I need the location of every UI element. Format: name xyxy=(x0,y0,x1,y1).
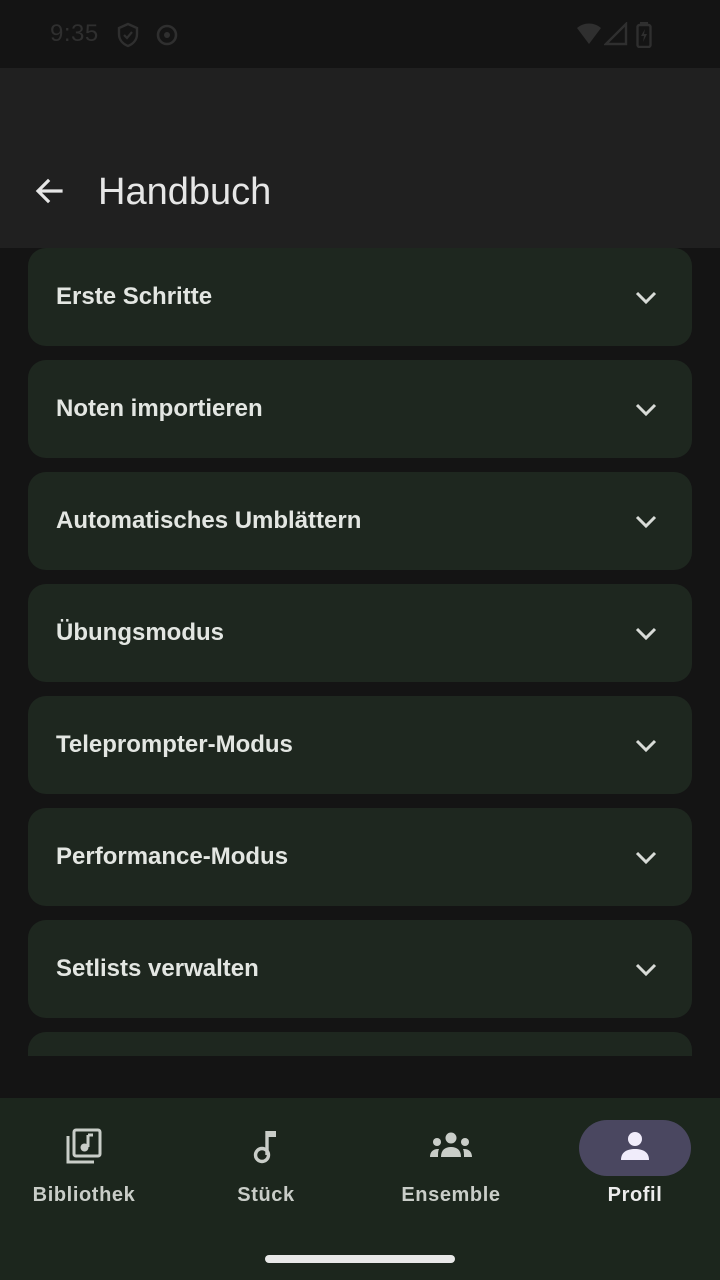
nav-icon-container xyxy=(395,1120,507,1176)
chevron-down-icon xyxy=(634,397,658,421)
section-uebungsmodus[interactable]: Übungsmodus xyxy=(28,584,692,682)
app-bar xyxy=(0,68,720,248)
nav-label: Ensemble xyxy=(401,1184,501,1206)
signal-icon xyxy=(603,21,628,48)
nav-label: Stück xyxy=(237,1184,295,1206)
section-noten-importieren[interactable]: Noten importieren xyxy=(28,360,692,458)
section-label: Performance-Modus xyxy=(56,843,289,870)
nav-label: Profil xyxy=(607,1184,663,1206)
person-icon xyxy=(619,1130,651,1167)
manual-section-list[interactable]: Erste Schritte Noten importieren Automat… xyxy=(0,248,720,1056)
chevron-down-icon xyxy=(634,285,658,309)
chevron-down-icon xyxy=(634,845,658,869)
status-time: 9:35 xyxy=(50,20,99,47)
chevron-down-icon xyxy=(634,957,658,981)
page-title: Handbuch xyxy=(98,171,272,213)
chevron-down-icon xyxy=(634,733,658,757)
home-indicator[interactable] xyxy=(265,1255,455,1263)
section-label: Noten importieren xyxy=(56,395,263,422)
section-label: Automatisches Umblättern xyxy=(56,507,362,534)
chevron-down-icon xyxy=(634,621,658,645)
wifi-icon xyxy=(576,22,602,48)
chevron-down-icon xyxy=(634,509,658,533)
status-bar: 9:35 xyxy=(0,0,720,68)
music-note-icon xyxy=(251,1127,281,1170)
nav-icon-container xyxy=(210,1120,322,1176)
section-erste-schritte[interactable]: Erste Schritte xyxy=(28,248,692,346)
nav-label: Bibliothek xyxy=(32,1184,136,1206)
shield-icon xyxy=(116,22,142,48)
section-setlists-verwalten[interactable]: Setlists verwalten xyxy=(28,920,692,1018)
battery-icon xyxy=(636,22,652,49)
back-button[interactable] xyxy=(22,166,76,220)
nav-icon-container-active xyxy=(579,1120,691,1176)
nav-item-stueck[interactable]: Stück xyxy=(176,1098,356,1238)
section-label: Setlists verwalten xyxy=(56,955,259,982)
section-label: Übungsmodus xyxy=(56,619,224,646)
bottom-navigation: Bibliothek Stück Ensemble Profil xyxy=(0,1098,720,1280)
section-teleprompter-modus[interactable]: Teleprompter-Modus xyxy=(28,696,692,794)
groups-icon xyxy=(429,1131,473,1166)
nav-item-profil[interactable]: Profil xyxy=(545,1098,720,1238)
library-music-icon xyxy=(65,1127,103,1170)
arrow-left-icon xyxy=(33,175,65,212)
sync-icon xyxy=(154,22,180,48)
section-label: Erste Schritte xyxy=(56,283,213,310)
section-partially-visible[interactable] xyxy=(28,1032,692,1056)
nav-item-bibliothek[interactable]: Bibliothek xyxy=(0,1098,174,1238)
section-label: Teleprompter-Modus xyxy=(56,731,293,758)
nav-item-ensemble[interactable]: Ensemble xyxy=(361,1098,541,1238)
screen: 9:35 Handbuch Erste Schritte Noten impor… xyxy=(0,0,720,1280)
section-automatisches-umblaettern[interactable]: Automatisches Umblättern xyxy=(28,472,692,570)
nav-icon-container xyxy=(28,1120,140,1176)
section-performance-modus[interactable]: Performance-Modus xyxy=(28,808,692,906)
